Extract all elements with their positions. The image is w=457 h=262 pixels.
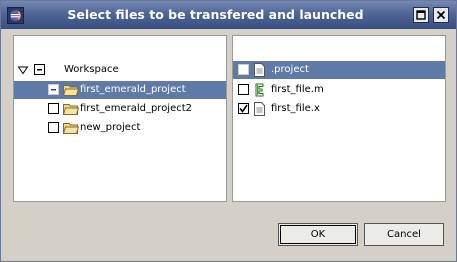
tree-item-label: new_project <box>80 122 141 133</box>
project-checkbox[interactable] <box>48 122 59 133</box>
maximize-button[interactable] <box>413 7 429 23</box>
project-checkbox[interactable] <box>48 84 59 95</box>
file-list[interactable]: .project first_file.m first_file.x <box>232 35 446 202</box>
file-item-first-file-x[interactable]: first_file.x <box>233 100 445 118</box>
file-checkbox[interactable] <box>238 84 249 95</box>
tree-item-label: first_emerald_project2 <box>80 103 193 114</box>
ok-button[interactable]: OK <box>278 223 358 246</box>
tree-item-first-emerald-project2[interactable]: first_emerald_project2 <box>14 100 226 118</box>
file-item-label: first_file.x <box>271 103 320 114</box>
file-icon <box>253 63 266 77</box>
tree-item-new-project[interactable]: new_project <box>14 119 226 137</box>
tree-item-first-emerald-project[interactable]: first_emerald_project <box>14 81 226 99</box>
folder-icon <box>62 102 80 116</box>
expand-arrow-icon[interactable] <box>17 64 29 76</box>
file-icon <box>253 102 266 116</box>
file-item-label: first_file.m <box>271 84 324 95</box>
project-tree[interactable]: Workspace first_emerald_project first_em… <box>13 35 227 202</box>
eclipse-icon <box>7 7 24 24</box>
workspace-checkbox[interactable] <box>34 64 45 75</box>
file-item-project[interactable]: .project <box>233 61 445 79</box>
dialog-window: Select files to be transfered and launch… <box>0 0 457 262</box>
dialog-title: Select files to be transfered and launch… <box>67 7 364 22</box>
project-checkbox[interactable] <box>48 103 59 114</box>
matlab-file-icon <box>253 83 266 97</box>
tree-root-workspace[interactable]: Workspace <box>14 61 226 79</box>
title-bar[interactable]: Select files to be transfered and launch… <box>1 1 456 29</box>
tree-item-label: first_emerald_project <box>80 84 186 95</box>
file-item-first-file-m[interactable]: first_file.m <box>233 81 445 99</box>
close-button[interactable] <box>433 7 449 23</box>
tree-item-label: Workspace <box>64 64 119 75</box>
file-checkbox[interactable] <box>238 103 249 114</box>
cancel-button[interactable]: Cancel <box>364 223 444 246</box>
file-item-label: .project <box>271 64 309 75</box>
file-checkbox[interactable] <box>238 64 249 75</box>
folder-icon <box>62 83 80 97</box>
folder-icon <box>62 121 80 135</box>
maximize-icon <box>414 8 428 22</box>
close-icon <box>434 8 448 22</box>
